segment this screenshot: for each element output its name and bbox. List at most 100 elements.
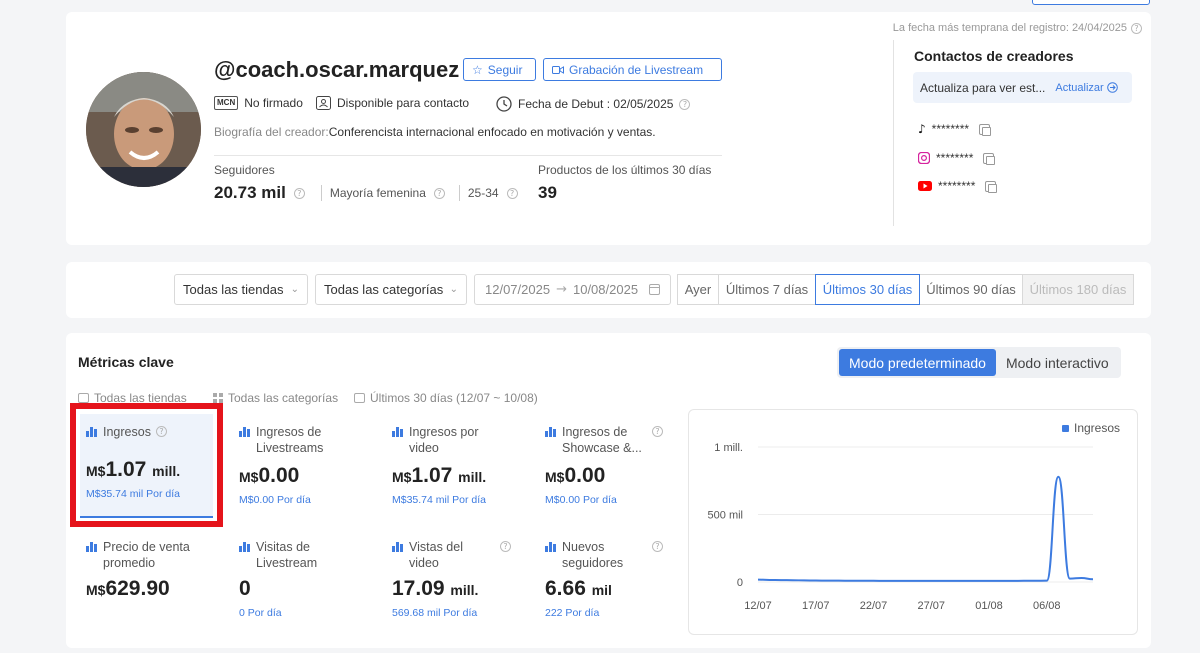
tiktok-value: ******** [931, 122, 970, 136]
metric-value: 0 [239, 577, 379, 601]
metric-per-day: M$0.00 Por día [239, 494, 311, 506]
metric-showcase-revenue[interactable]: Ingresos de Showcase &... M$0.00 M$0.00 … [545, 424, 685, 506]
metric-livestream-revenue[interactable]: Ingresos de Livestreams M$0.00 M$0.00 Po… [239, 424, 379, 506]
metric-new-followers[interactable]: Nuevos seguidores 6.66 mil 222 Por día [545, 539, 685, 619]
currency: M$ [86, 582, 106, 598]
metric-label-text: Visitas de Livestream [256, 540, 318, 570]
metric-label-text: Ingresos de Livestreams [256, 425, 324, 455]
update-link[interactable]: Actualizar [1055, 82, 1118, 94]
separator [458, 185, 460, 201]
range-yesterday[interactable]: Ayer [677, 274, 719, 305]
metric-per-day: 222 Por día [545, 607, 600, 619]
info-period-text: Últimos 30 días (12/07 ~ 10/08) [370, 391, 538, 405]
followers-label: Seguidores [214, 163, 275, 177]
arrow-circle-icon [1106, 82, 1118, 93]
metric-label: Visitas de Livestream [239, 539, 379, 571]
info-category: Todas las categorías [213, 391, 338, 405]
earliest-record-text: La fecha más temprana del registro: 24/0… [892, 22, 1127, 34]
value: 629.90 [105, 577, 170, 600]
copy-icon[interactable] [983, 152, 996, 165]
products-value: 39 [538, 183, 557, 202]
mcn-icon: MCN [214, 96, 239, 110]
follow-label: Seguir [487, 62, 523, 77]
contact-card-icon [316, 96, 331, 110]
earliest-record-note: La fecha más temprana del registro: 24/0… [893, 22, 1142, 34]
revenue-line-chart: 0 500 mil 1 mill. 12/07 17/07 22/07 27/07 01/08… [708, 442, 1094, 612]
date-start: 12/07/2025 [485, 282, 551, 297]
tiktok-icon: ♪ [918, 122, 926, 136]
date-range-picker[interactable]: 12/07/2025 → 10/08/2025 [474, 274, 671, 305]
mode-default-button[interactable]: Modo predeterminado [839, 349, 996, 376]
bio-text: Conferencista internacional enfocado en … [328, 125, 656, 139]
range-180-days[interactable]: Últimos 180 días [1022, 274, 1134, 305]
currency: M$ [392, 469, 412, 485]
debut-date-text: Fecha de Debut : 02/05/2025 [518, 97, 674, 111]
creator-bio: Biografía del creador:Conferencista inte… [214, 125, 656, 139]
value: 6.66 [545, 577, 586, 600]
unit: mill. [450, 582, 479, 598]
metric-value: 17.09 mill. [392, 577, 532, 601]
series-line-revenue[interactable] [757, 475, 1094, 582]
followers-row: 20.73 mil ? Mayoría femenina ? 25-34 ? [214, 183, 518, 203]
metric-label: Vistas del video [392, 539, 532, 571]
contact-youtube: ******** [918, 179, 998, 193]
video-camera-icon [552, 65, 564, 74]
follow-button[interactable]: ☆ Seguir [463, 58, 536, 81]
mode-interactive-button[interactable]: Modo interactivo [996, 349, 1119, 376]
audience-gender: Mayoría femenina ? [330, 186, 445, 200]
bar-chart-icon [392, 427, 404, 437]
currency: M$ [239, 469, 259, 485]
metric-value: M$629.90 [86, 577, 226, 601]
x-tick-label: 01/08 [975, 600, 1003, 612]
value: 17.09 [392, 577, 445, 600]
creator-username: @coach.oscar.marquez [214, 57, 460, 82]
creator-avatar [86, 72, 201, 187]
livestream-recording-button[interactable]: Grabación de Livestream [543, 58, 722, 81]
star-icon: ☆ [472, 62, 483, 77]
bar-chart-icon [239, 427, 251, 437]
range-90-days[interactable]: Últimos 90 días [919, 274, 1023, 305]
x-tick-label: 27/07 [918, 600, 946, 612]
metric-value: M$1.07 mill. [392, 464, 532, 488]
copy-icon[interactable] [979, 123, 992, 136]
help-icon[interactable]: ? [293, 187, 305, 199]
help-icon[interactable]: ? [433, 187, 445, 199]
store-select-value: Todas las tiendas [183, 282, 284, 297]
metric-label: Ingresos por video [392, 424, 532, 456]
help-icon[interactable]: ? [506, 187, 518, 199]
bar-chart-icon [545, 427, 557, 437]
value: 0.00 [564, 464, 606, 487]
contact-instagram: ******** [918, 151, 996, 165]
help-icon[interactable]: ? [652, 426, 663, 437]
clock-icon [496, 96, 512, 112]
metric-video-views[interactable]: Vistas del video 17.09 mill. 569.68 mil … [392, 539, 532, 619]
category-select[interactable]: Todas las categorías ⌄ [315, 274, 467, 305]
metric-label: Precio de venta promedio [86, 539, 226, 571]
mcn-status: MCN No firmado [214, 96, 303, 110]
metric-label-text: Nuevos seguidores [562, 540, 624, 570]
help-icon[interactable]: ? [1131, 22, 1142, 34]
divider [214, 155, 722, 156]
metric-livestream-visits[interactable]: Visitas de Livestream 0 0 Por día [239, 539, 379, 619]
metric-label-text: Precio de venta promedio [103, 540, 190, 570]
store-select[interactable]: Todas las tiendas ⌄ [174, 274, 308, 305]
separator [320, 185, 322, 201]
metric-avg-price[interactable]: Precio de venta promedio M$629.90 [86, 539, 226, 601]
contact-status: Disponible para contacto [316, 96, 469, 110]
range-30-days[interactable]: Últimos 30 días [815, 274, 920, 305]
highlight-annotation-box [70, 403, 223, 527]
unit: mil [591, 582, 612, 598]
bar-chart-icon [86, 542, 98, 552]
help-icon[interactable]: ? [652, 541, 663, 552]
metric-label-text: Ingresos por video [409, 425, 479, 455]
help-icon[interactable]: ? [500, 541, 511, 552]
grid-icon [213, 393, 223, 403]
top-action-button[interactable] [1032, 0, 1150, 5]
range-7-days[interactable]: Últimos 7 días [718, 274, 816, 305]
vertical-divider [893, 40, 894, 226]
metric-video-revenue[interactable]: Ingresos por video M$1.07 mill. M$35.74 … [392, 424, 532, 506]
help-icon[interactable]: ? [679, 98, 691, 110]
debut-date: Fecha de Debut : 02/05/2025 ? [496, 96, 691, 112]
copy-icon[interactable] [985, 180, 998, 193]
metric-label: Ingresos de Showcase &... [545, 424, 685, 456]
